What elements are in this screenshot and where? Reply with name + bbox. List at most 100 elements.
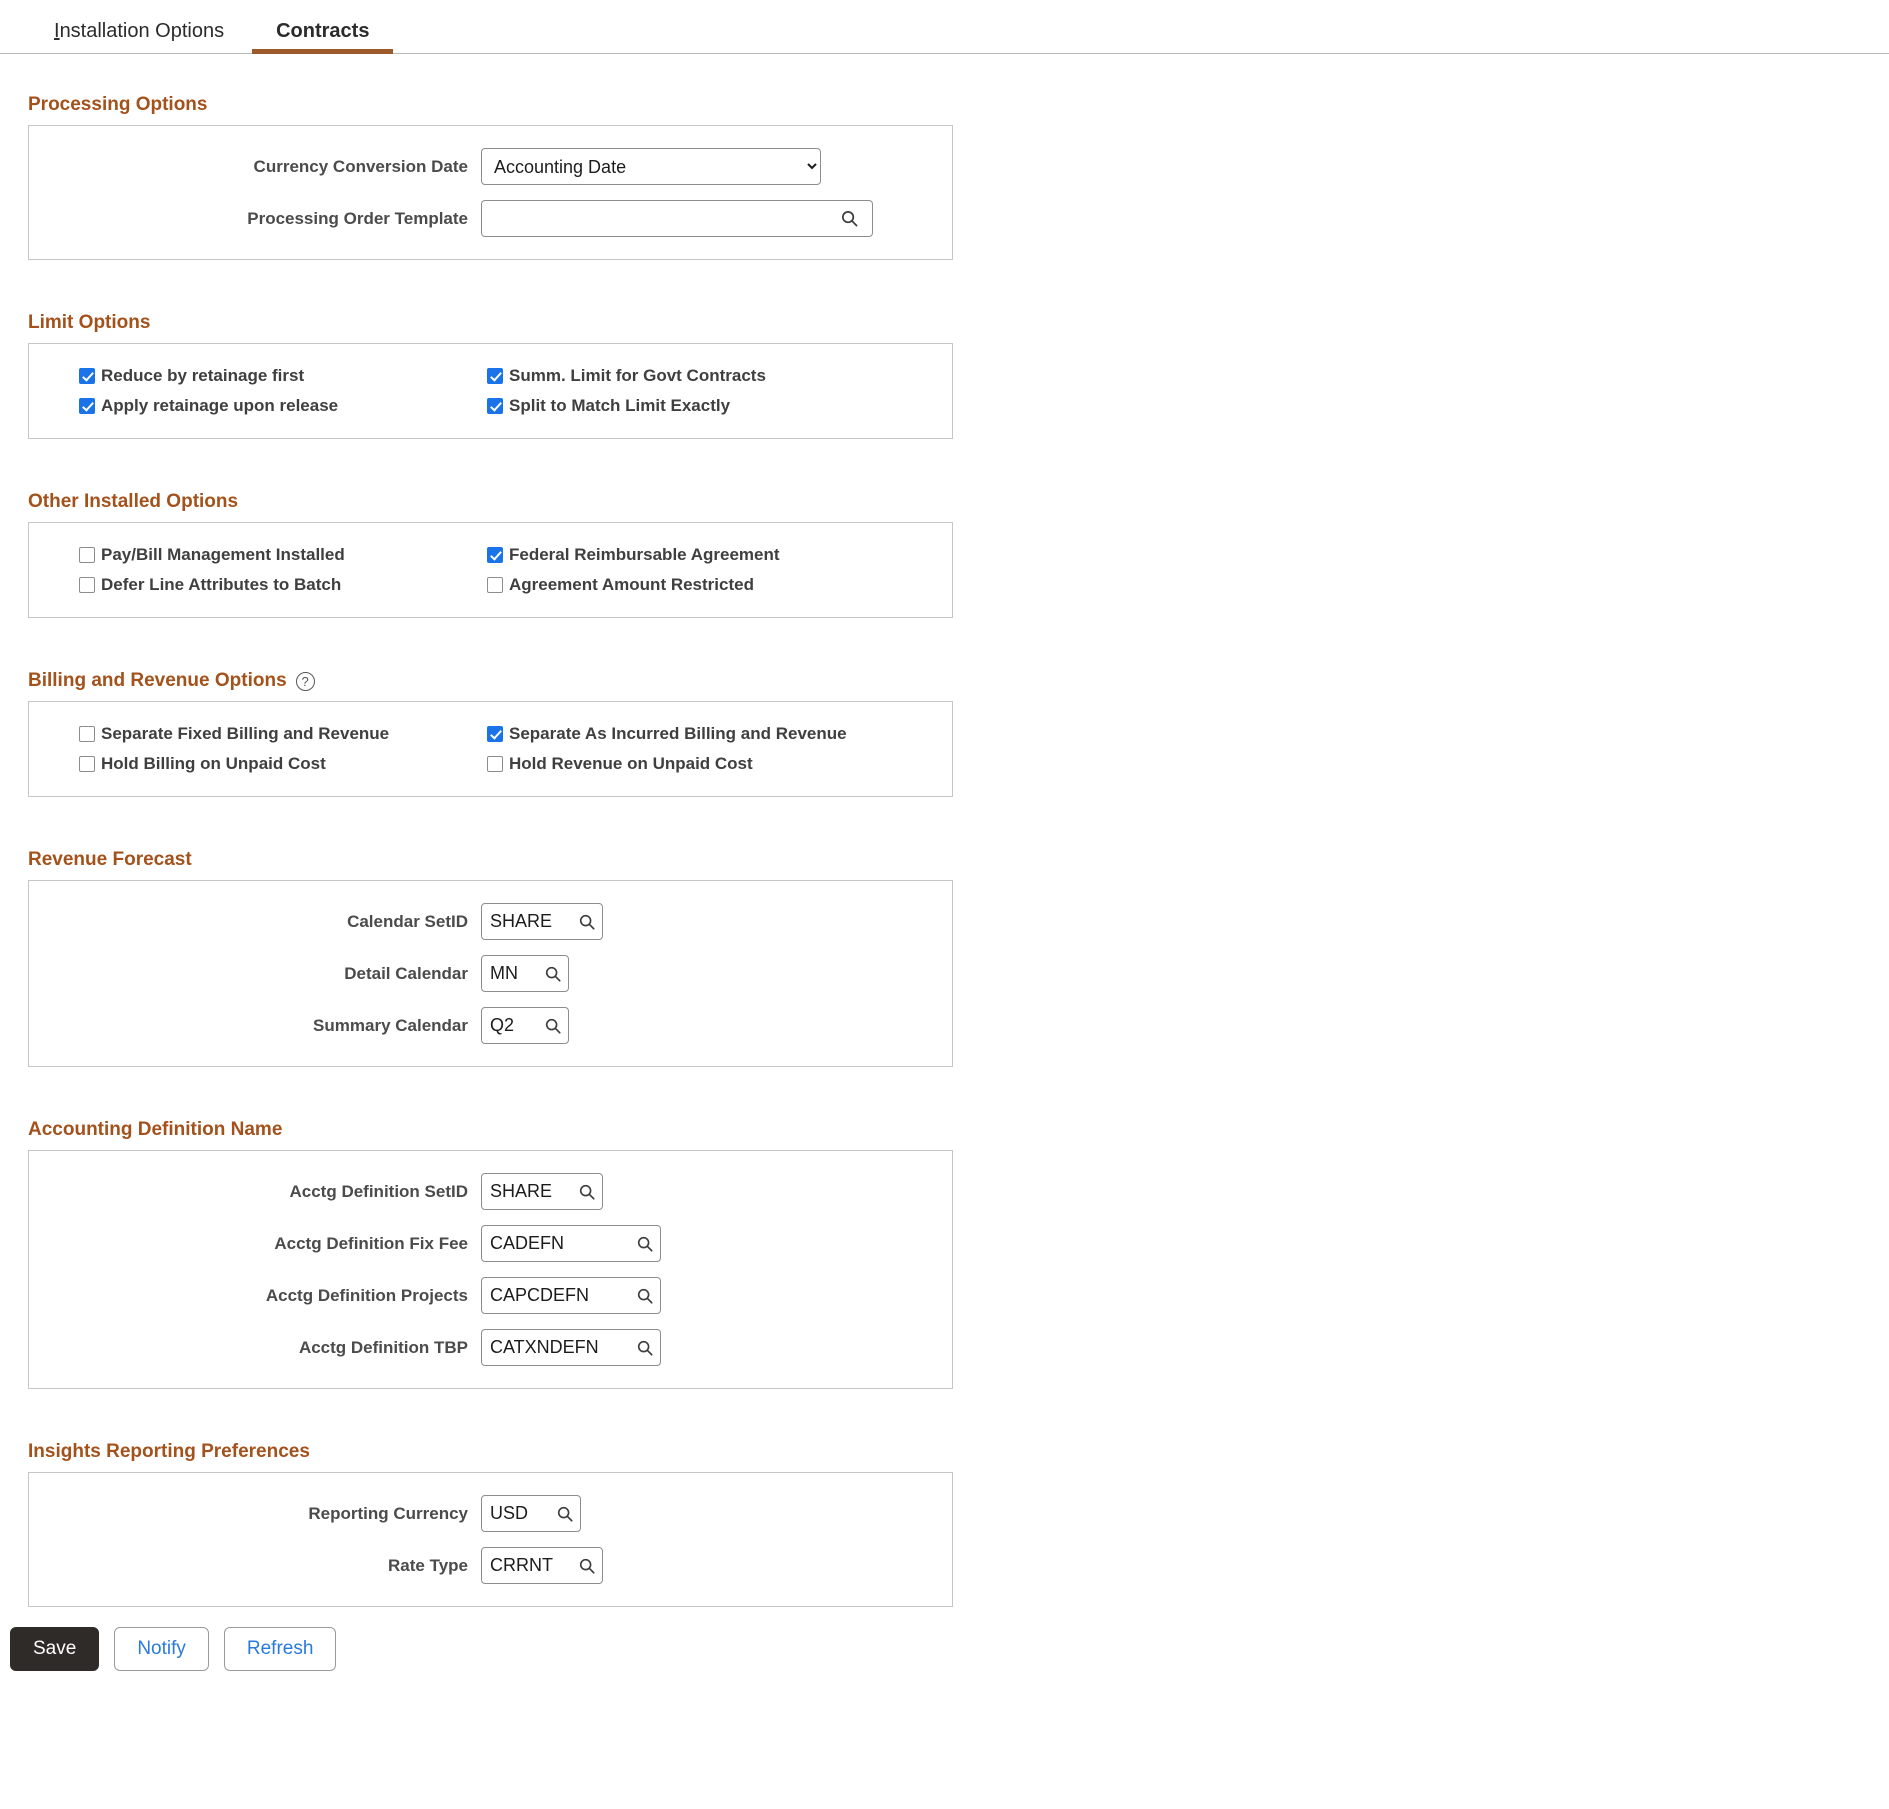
section-heading-text: Revenue Forecast: [28, 849, 192, 870]
acctg-definition-tbp-input[interactable]: [482, 1330, 630, 1365]
search-icon[interactable]: [630, 1235, 660, 1253]
search-icon[interactable]: [572, 1557, 602, 1575]
acctg-definition-projects-input[interactable]: [482, 1278, 630, 1313]
checkbox-defer-line-attributes-to-batch[interactable]: Defer Line Attributes to Batch: [79, 575, 487, 595]
acctg-definition-setid-input[interactable]: [482, 1174, 572, 1209]
tab-contracts[interactable]: Contracts: [250, 21, 395, 54]
label-processing-order-template: Processing Order Template: [247, 208, 468, 228]
notify-button[interactable]: Notify: [114, 1627, 209, 1671]
button-bar: Save Notify Refresh: [0, 1607, 1889, 1671]
search-icon[interactable]: [572, 913, 602, 931]
field-row-acctg-definition-fix-fee: Acctg Definition Fix Fee: [29, 1225, 952, 1262]
checkbox-box[interactable]: [79, 726, 95, 742]
checkbox-reduce-by-retainage-first[interactable]: Reduce by retainage first: [79, 366, 487, 386]
checkbox-label: Defer Line Attributes to Batch: [101, 575, 342, 594]
checkbox-box[interactable]: [79, 547, 95, 563]
section-limit-options: Limit Options Reduce by retainage first …: [0, 312, 1889, 439]
search-icon[interactable]: [538, 1017, 568, 1035]
checkbox-label: Federal Reimbursable Agreement: [509, 545, 780, 564]
acctg-definition-fix-fee-input[interactable]: [482, 1226, 630, 1261]
label-currency-conversion-date: Currency Conversion Date: [253, 156, 468, 176]
search-icon[interactable]: [538, 965, 568, 983]
section-heading-text: Insights Reporting Preferences: [28, 1441, 310, 1462]
checkbox-label: Hold Billing on Unpaid Cost: [101, 754, 326, 773]
processing-order-template-input[interactable]: [482, 201, 834, 236]
tab-installation-options[interactable]: Installation Options: [28, 21, 250, 53]
control-detail-calendar: [481, 955, 569, 992]
detail-calendar-lookup[interactable]: [481, 955, 569, 992]
checkbox-label: Summ. Limit for Govt Contracts: [509, 366, 766, 385]
field-row-reporting-currency: Reporting Currency: [29, 1495, 952, 1532]
label-calendar-setid: Calendar SetID: [347, 911, 468, 931]
search-icon[interactable]: [572, 1183, 602, 1201]
checkbox-separate-as-incurred-billing-and-revenue[interactable]: Separate As Incurred Billing and Revenue: [487, 724, 952, 744]
checkbox-box[interactable]: [487, 368, 503, 384]
reporting-currency-lookup[interactable]: [481, 1495, 581, 1532]
refresh-button[interactable]: Refresh: [223, 1627, 337, 1671]
checkbox-hold-billing-on-unpaid-cost[interactable]: Hold Billing on Unpaid Cost: [79, 754, 487, 774]
acctg-definition-fix-fee-lookup[interactable]: [481, 1225, 661, 1262]
checkbox-box[interactable]: [487, 577, 503, 593]
checkbox-box[interactable]: [487, 726, 503, 742]
acctg-definition-setid-lookup[interactable]: [481, 1173, 603, 1210]
checkbox-box[interactable]: [487, 398, 503, 414]
section-title-processing-options: Processing Options: [0, 94, 1889, 125]
search-icon[interactable]: [834, 209, 864, 228]
section-accounting-definition-name: Accounting Definition Name Acctg Definit…: [0, 1119, 1889, 1389]
checkbox-box[interactable]: [79, 577, 95, 593]
checkbox-pay-bill-management-installed[interactable]: Pay/Bill Management Installed: [79, 545, 487, 565]
checkbox-apply-retainage-upon-release[interactable]: Apply retainage upon release: [79, 396, 487, 416]
checkbox-summ-limit-for-govt-contracts[interactable]: Summ. Limit for Govt Contracts: [487, 366, 952, 386]
detail-calendar-input[interactable]: [482, 956, 538, 991]
checkbox-box[interactable]: [487, 756, 503, 772]
acctg-definition-tbp-lookup[interactable]: [481, 1329, 661, 1366]
field-row-acctg-definition-setid: Acctg Definition SetID: [29, 1173, 952, 1210]
checkbox-agreement-amount-restricted[interactable]: Agreement Amount Restricted: [487, 575, 952, 595]
section-heading-text: Limit Options: [28, 312, 151, 333]
currency-conversion-date-select[interactable]: Accounting Date: [481, 148, 821, 185]
control-summary-calendar: [481, 1007, 569, 1044]
summary-calendar-lookup[interactable]: [481, 1007, 569, 1044]
checkbox-label: Separate Fixed Billing and Revenue: [101, 724, 390, 743]
search-icon[interactable]: [630, 1287, 660, 1305]
acctg-definition-projects-lookup[interactable]: [481, 1277, 661, 1314]
calendar-setid-input[interactable]: [482, 904, 572, 939]
control-processing-order-template: [481, 200, 873, 237]
checkbox-box[interactable]: [79, 756, 95, 772]
checkbox-label: Split to Match Limit Exactly: [509, 396, 731, 415]
panel-billing-and-revenue-options: Separate Fixed Billing and Revenue Separ…: [28, 701, 953, 797]
checkbox-label: Separate As Incurred Billing and Revenue: [509, 724, 847, 743]
search-icon[interactable]: [630, 1339, 660, 1357]
tab-installation-options-label: nstallation Options: [59, 20, 225, 42]
save-button[interactable]: Save: [10, 1627, 100, 1671]
help-icon[interactable]: ?: [295, 671, 315, 691]
checkbox-grid-other-installed-options: Pay/Bill Management Installed Federal Re…: [29, 523, 952, 617]
label-acctg-definition-tbp: Acctg Definition TBP: [298, 1337, 468, 1357]
checkbox-label: Reduce by retainage first: [101, 366, 305, 385]
summary-calendar-input[interactable]: [482, 1008, 538, 1043]
section-heading-text: Billing and Revenue Options: [28, 670, 287, 691]
checkbox-label: Agreement Amount Restricted: [509, 575, 754, 594]
checkbox-box[interactable]: [79, 398, 95, 414]
control-acctg-definition-fix-fee: [481, 1225, 661, 1262]
section-revenue-forecast: Revenue Forecast Calendar SetID Detail C…: [0, 849, 1889, 1067]
checkbox-box[interactable]: [487, 547, 503, 563]
checkbox-box[interactable]: [79, 368, 95, 384]
field-row-currency-conversion-date: Currency Conversion Date Accounting Date: [29, 148, 952, 185]
section-title-insights-reporting-preferences: Insights Reporting Preferences: [0, 1441, 1889, 1472]
reporting-currency-input[interactable]: [482, 1496, 550, 1531]
processing-order-template-lookup[interactable]: [481, 200, 873, 237]
checkbox-grid-limit-options: Reduce by retainage first Summ. Limit fo…: [29, 344, 952, 438]
checkbox-hold-revenue-on-unpaid-cost[interactable]: Hold Revenue on Unpaid Cost: [487, 754, 952, 774]
checkbox-separate-fixed-billing-and-revenue[interactable]: Separate Fixed Billing and Revenue: [79, 724, 487, 744]
calendar-setid-lookup[interactable]: [481, 903, 603, 940]
search-icon[interactable]: [550, 1505, 580, 1523]
field-row-summary-calendar: Summary Calendar: [29, 1007, 952, 1044]
field-row-calendar-setid: Calendar SetID: [29, 903, 952, 940]
rate-type-lookup[interactable]: [481, 1547, 603, 1584]
rate-type-input[interactable]: [482, 1548, 572, 1583]
checkbox-federal-reimbursable-agreement[interactable]: Federal Reimbursable Agreement: [487, 545, 952, 565]
section-title-accounting-definition-name: Accounting Definition Name: [0, 1119, 1889, 1150]
field-row-rate-type: Rate Type: [29, 1547, 952, 1584]
checkbox-split-to-match-limit-exactly[interactable]: Split to Match Limit Exactly: [487, 396, 952, 416]
